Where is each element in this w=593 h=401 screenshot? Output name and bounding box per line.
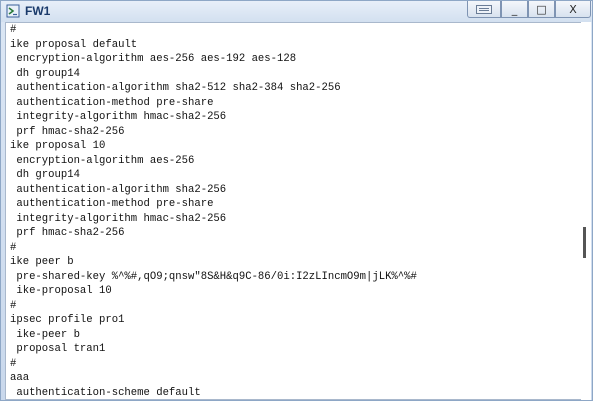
console-line: aaa bbox=[10, 372, 30, 384]
minimize-icon: _ bbox=[511, 2, 518, 16]
console-line: ike-proposal 10 bbox=[10, 285, 112, 297]
close-button[interactable]: X bbox=[555, 1, 591, 18]
console-line: encryption-algorithm aes-256 bbox=[10, 154, 195, 167]
console-line: authentication-method pre-share bbox=[10, 198, 214, 210]
terminal-window: FW1 _ □ X # ike proposal default encrypti… bbox=[0, 0, 593, 401]
console-line: prf hmac-sha2-256 bbox=[10, 125, 125, 138]
scrollbar-thumb[interactable] bbox=[583, 227, 586, 258]
console-line: integrity-algorithm hmac-sha2-256 bbox=[10, 111, 227, 123]
console-line: prf hmac-sha2-256 bbox=[10, 227, 125, 239]
keyboard-button[interactable] bbox=[467, 1, 501, 18]
maximize-icon: □ bbox=[536, 2, 547, 16]
console-line: # bbox=[10, 24, 17, 36]
console-line: # bbox=[10, 357, 17, 370]
console-line: # bbox=[10, 241, 17, 254]
maximize-button[interactable]: □ bbox=[528, 1, 555, 18]
keyboard-icon bbox=[476, 4, 492, 14]
console-line: ike-peer b bbox=[10, 328, 80, 341]
close-icon: X bbox=[569, 2, 577, 16]
console-line: dh group14 bbox=[10, 67, 80, 80]
window-title: FW1 bbox=[25, 4, 51, 18]
console-line: authentication-algorithm sha2-512 sha2-3… bbox=[10, 82, 341, 94]
console-line: ike proposal default bbox=[10, 38, 138, 51]
console-line: ike peer b bbox=[10, 256, 74, 268]
terminal-app-icon bbox=[6, 4, 20, 18]
console-output: # ike proposal default encryption-algorit… bbox=[10, 23, 417, 399]
vertical-scrollbar[interactable] bbox=[581, 22, 591, 400]
console-line: # bbox=[10, 299, 17, 312]
console-line: authentication-algorithm sha2-256 bbox=[10, 183, 227, 196]
console-line: encryption-algorithm aes-256 aes-192 aes… bbox=[10, 53, 297, 65]
console-line: integrity-algorithm hmac-sha2-256 bbox=[10, 212, 227, 225]
console-line: pre-shared-key %^%#,qO9;qnsw"8S&H&q9C-86… bbox=[10, 270, 417, 283]
title-bar[interactable]: FW1 _ □ X bbox=[1, 1, 592, 22]
console-line: ipsec profile pro1 bbox=[10, 314, 125, 326]
console-line: dh group14 bbox=[10, 169, 80, 181]
minimize-button[interactable]: _ bbox=[501, 1, 528, 18]
console-line: proposal tran1 bbox=[10, 343, 106, 355]
console-line: authentication-method pre-share bbox=[10, 96, 214, 109]
console-line: authentication-scheme default bbox=[10, 386, 201, 399]
console-area[interactable]: # ike proposal default encryption-algorit… bbox=[5, 22, 582, 400]
console-line: ike proposal 10 bbox=[10, 140, 106, 152]
